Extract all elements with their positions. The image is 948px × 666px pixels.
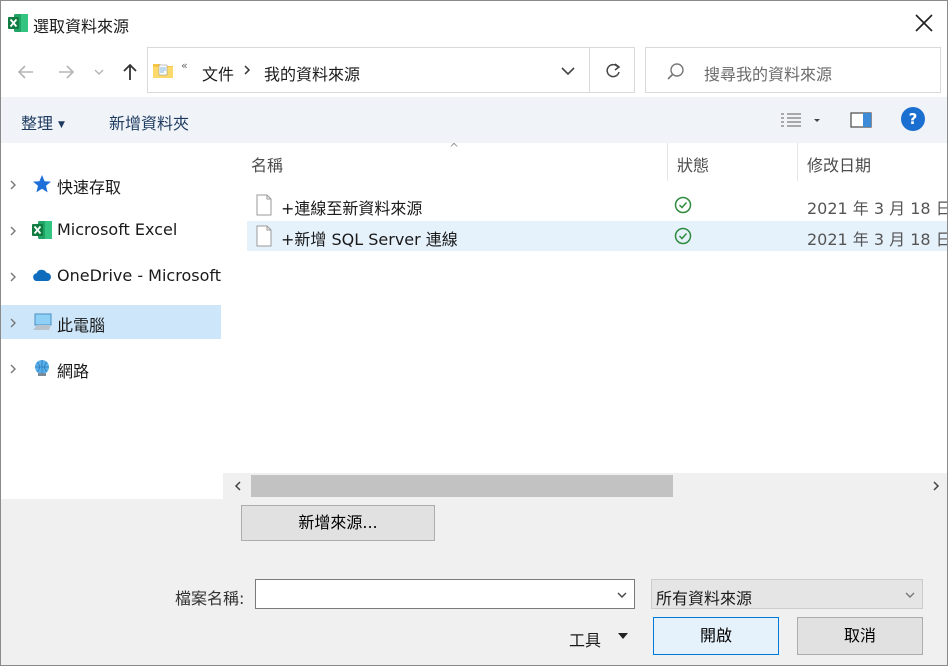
back-button[interactable] xyxy=(13,59,39,85)
forward-button[interactable] xyxy=(53,59,79,85)
breadcrumb-my-data-sources[interactable]: 我的資料來源 xyxy=(264,61,360,85)
address-overflow[interactable]: « xyxy=(181,59,188,72)
sidebar-item-label: 網路 xyxy=(57,362,90,381)
caret-down-icon: ▼ xyxy=(58,119,65,130)
window-title: 選取資料來源 xyxy=(33,17,130,36)
excel-icon xyxy=(8,14,28,32)
sidebar-item-quick-access[interactable]: 快速存取 xyxy=(1,167,221,201)
chevron-right-icon[interactable] xyxy=(8,316,18,330)
up-button[interactable] xyxy=(117,59,143,85)
scroll-right-icon[interactable] xyxy=(931,480,941,492)
horizontal-scrollbar[interactable] xyxy=(223,473,947,499)
search-box[interactable]: 搜尋我的資料來源 xyxy=(645,47,941,93)
file-type-value: 所有資料來源 xyxy=(656,589,753,608)
chevron-right-icon[interactable] xyxy=(242,63,252,77)
file-name: +連線至新資料來源 xyxy=(281,199,423,218)
scroll-left-icon[interactable] xyxy=(233,480,243,492)
address-bar[interactable]: « 文件 我的資料來源 xyxy=(147,47,589,93)
sidebar-item-microsoft-excel[interactable]: Microsoft Excel xyxy=(1,213,221,247)
add-source-button[interactable]: 新增來源... xyxy=(241,505,435,541)
details-view-icon xyxy=(781,113,820,127)
sidebar-item-this-pc[interactable]: 此電腦 xyxy=(1,305,221,339)
search-placeholder: 搜尋我的資料來源 xyxy=(704,65,833,84)
sidebar-item-onedrive[interactable]: OneDrive - Microsoft xyxy=(1,259,221,293)
chevron-down-icon xyxy=(905,592,915,598)
file-row[interactable]: +新增 SQL Server 連線 2021 年 3 月 18 日 xyxy=(247,221,947,251)
close-icon xyxy=(915,14,933,32)
column-header-date-modified[interactable]: 修改日期 xyxy=(807,143,947,181)
file-type-select[interactable]: 所有資料來源 xyxy=(651,579,923,609)
select-data-source-dialog: 選取資料來源 « 文件 我的資料來源 搜尋我的資料來源 整理 ▼ 新增資料夾 ?… xyxy=(0,0,948,666)
search-icon xyxy=(667,63,684,80)
forward-arrow-icon xyxy=(59,65,75,79)
scrollbar-thumb[interactable] xyxy=(251,475,673,497)
onedrive-cloud-icon xyxy=(33,269,51,281)
organize-label: 整理 xyxy=(21,114,54,133)
navigation-pane: 快速存取 Microsoft Excel OneDrive - Microsof… xyxy=(1,143,223,499)
command-toolbar: 整理 ▼ 新增資料夾 ? xyxy=(1,97,947,143)
dialog-footer: 新增來源... 檔案名稱: 所有資料來源 工具 開啟 取消 xyxy=(1,499,947,665)
column-divider[interactable] xyxy=(667,143,668,181)
column-header-name[interactable]: 名稱 xyxy=(251,143,667,181)
refresh-button[interactable] xyxy=(589,47,635,93)
chevron-right-icon[interactable] xyxy=(8,270,18,284)
folder-icon xyxy=(153,64,173,78)
back-arrow-icon xyxy=(17,65,33,79)
preview-pane-icon xyxy=(850,112,872,128)
breadcrumb-documents[interactable]: 文件 xyxy=(202,61,234,85)
title-bar: 選取資料來源 xyxy=(1,1,947,45)
help-icon[interactable]: ? xyxy=(901,107,925,131)
file-date-modified: 2021 年 3 月 18 日 xyxy=(807,199,947,218)
computer-icon xyxy=(33,313,52,330)
file-row[interactable]: +連線至新資料來源 2021 年 3 月 18 日 xyxy=(247,190,947,220)
change-view-button[interactable] xyxy=(777,110,825,132)
file-date-modified: 2021 年 3 月 18 日 xyxy=(807,230,947,249)
caret-down-icon[interactable] xyxy=(617,631,629,641)
chevron-down-icon[interactable] xyxy=(558,62,578,80)
column-header-status[interactable]: 狀態 xyxy=(677,143,797,181)
close-button[interactable] xyxy=(901,1,947,45)
recent-locations-button[interactable] xyxy=(89,59,109,85)
sidebar-item-label: 此電腦 xyxy=(57,316,106,335)
file-icon xyxy=(256,194,272,216)
network-icon xyxy=(35,360,49,376)
new-folder-button[interactable]: 新增資料夾 xyxy=(109,110,189,134)
check-circle-icon xyxy=(674,227,692,245)
refresh-icon xyxy=(606,63,621,78)
chevron-right-icon[interactable] xyxy=(8,224,18,238)
file-list: ^ 名稱 狀態 修改日期 +連線至新資料來源 2021 年 3 月 18 日 +… xyxy=(223,143,947,473)
chevron-right-icon[interactable] xyxy=(8,178,18,192)
organize-menu[interactable]: 整理 ▼ xyxy=(21,110,65,134)
sidebar-item-label: OneDrive - Microsoft xyxy=(57,266,221,285)
chevron-right-icon[interactable] xyxy=(8,362,18,376)
file-icon xyxy=(256,225,272,247)
filename-label: 檔案名稱: xyxy=(175,589,245,608)
sidebar-item-label: Microsoft Excel xyxy=(57,220,178,239)
check-circle-icon xyxy=(674,196,692,214)
tools-menu[interactable]: 工具 xyxy=(569,627,601,651)
open-button[interactable]: 開啟 xyxy=(653,617,779,655)
chevron-down-icon[interactable] xyxy=(616,590,628,600)
filename-field[interactable] xyxy=(255,579,635,609)
chevron-down-icon xyxy=(94,69,104,75)
sidebar-item-network[interactable]: 網路 xyxy=(1,351,221,385)
excel-icon xyxy=(32,221,52,239)
cancel-button[interactable]: 取消 xyxy=(797,617,923,655)
star-icon xyxy=(33,175,51,193)
file-name: +新增 SQL Server 連線 xyxy=(281,230,458,249)
sidebar-item-label: 快速存取 xyxy=(57,178,122,197)
column-divider[interactable] xyxy=(797,143,798,181)
navigation-bar: « 文件 我的資料來源 搜尋我的資料來源 xyxy=(1,45,947,97)
preview-pane-button[interactable] xyxy=(849,109,873,131)
up-arrow-icon xyxy=(123,63,137,80)
